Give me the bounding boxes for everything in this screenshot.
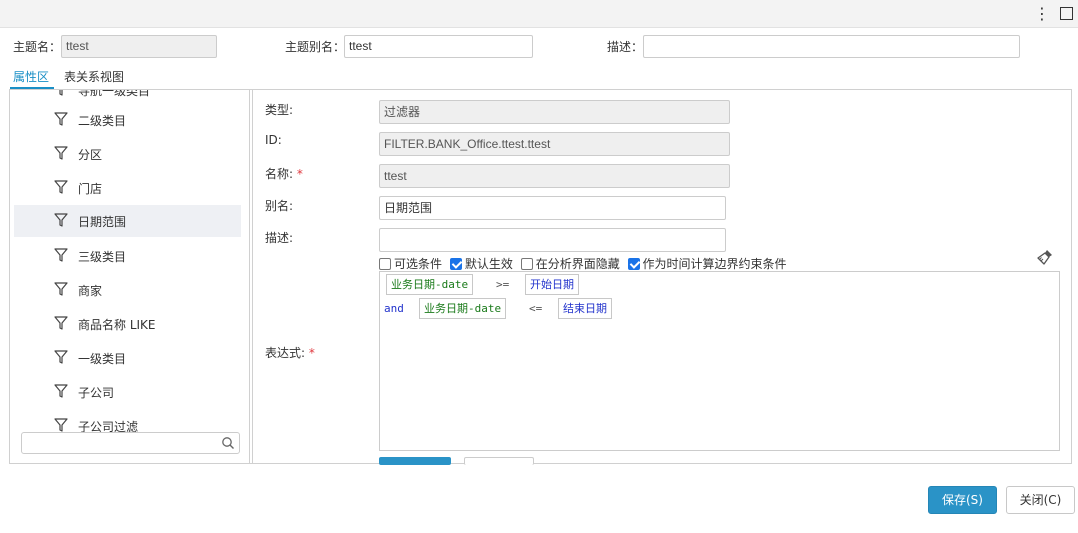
tree-item[interactable]: 商品名称 LIKE	[14, 308, 241, 340]
alias-field[interactable]: 日期范围	[379, 196, 726, 220]
expr-operator: >=	[496, 278, 510, 291]
checkbox-label: 作为时间计算边界约束条件	[642, 257, 787, 271]
expr-param-token[interactable]: 开始日期	[525, 274, 579, 295]
optional-condition-checkbox[interactable]: 可选条件	[379, 256, 442, 272]
name-field: ttest	[379, 164, 730, 188]
inner-secondary-button[interactable]	[464, 457, 534, 465]
tab-table-relations[interactable]: 表关系视图	[64, 68, 124, 85]
close-button[interactable]: 关闭(C)	[1006, 486, 1075, 514]
expr-param-token[interactable]: 结束日期	[558, 298, 612, 319]
type-label: 类型:	[265, 103, 294, 117]
topic-name-label: 主题名：	[13, 40, 62, 54]
id-field: FILTER.BANK_Office.ttest.ttest	[379, 132, 730, 156]
tree-item-label: 子公司	[78, 386, 115, 400]
filter-icon	[59, 90, 63, 96]
brush-icon[interactable]	[1036, 248, 1054, 266]
desc-field[interactable]	[379, 228, 726, 252]
expr-field-token[interactable]: 业务日期-date	[419, 298, 507, 319]
required-mark: *	[308, 346, 315, 360]
tree-item-label: 三级类目	[78, 250, 127, 264]
maximize-icon[interactable]	[1060, 7, 1073, 20]
main-panel: 导航一级类目 二级类目 分区 门店 日期范围 三级类目 商家 商品名称 LIKE…	[9, 89, 1072, 465]
hide-in-analysis-checkbox[interactable]: 在分析界面隐藏	[520, 256, 620, 272]
topic-alias-label: 主题别名：	[285, 40, 346, 54]
tree-item-label: 门店	[78, 182, 103, 196]
filter-icon	[54, 112, 68, 126]
expr-field-token[interactable]: 业务日期-date	[386, 274, 474, 295]
checkbox-box[interactable]	[379, 258, 391, 270]
tree-item-label: 商家	[78, 284, 103, 298]
filter-icon	[54, 316, 68, 330]
expr-keyword: and	[384, 302, 404, 315]
alias-label: 别名:	[265, 199, 294, 213]
window-titlebar: ⋮	[0, 0, 1078, 28]
expression-editor[interactable]: 业务日期-date >= 开始日期 and 业务日期-date <= 结束日期	[379, 271, 1060, 451]
inner-primary-button[interactable]	[379, 457, 451, 465]
filter-icon	[54, 282, 68, 296]
tree-item[interactable]: 子公司	[14, 376, 241, 408]
name-label-text: 名称:	[265, 167, 294, 181]
option-checkboxes: 可选条件 默认生效 在分析界面隐藏 作为时间计算边界约束条件	[379, 256, 791, 272]
default-enabled-checkbox[interactable]: 默认生效	[449, 256, 513, 272]
tree-item[interactable]: 三级类目	[14, 240, 241, 272]
filter-tree: 导航一级类目 二级类目 分区 门店 日期范围 三级类目 商家 商品名称 LIKE…	[10, 90, 250, 463]
time-boundary-checkbox[interactable]: 作为时间计算边界约束条件	[627, 256, 787, 272]
filter-icon	[54, 180, 68, 194]
more-vert-icon[interactable]: ⋮	[1034, 5, 1050, 23]
checkbox-label: 可选条件	[394, 257, 443, 271]
checkbox-box[interactable]	[449, 258, 462, 270]
tree-item[interactable]: 商家	[14, 274, 241, 306]
tree-item[interactable]: 门店	[14, 172, 241, 204]
expr-label-text: 表达式:	[265, 346, 306, 360]
checkbox-box[interactable]	[627, 258, 640, 270]
expr-label: 表达式: *	[265, 344, 315, 361]
topic-alias-field[interactable]: ttest	[344, 35, 533, 58]
filter-icon	[54, 350, 68, 364]
type-field: 过滤器	[379, 100, 730, 124]
tree-item-label: 日期范围	[78, 215, 127, 229]
checkbox-box[interactable]	[520, 258, 533, 270]
filter-icon	[54, 418, 68, 432]
panel-divider[interactable]	[252, 90, 253, 463]
tree-search-input[interactable]	[21, 432, 240, 454]
expr-operator: <=	[529, 302, 543, 315]
tree-item[interactable]: 一级类目	[14, 342, 241, 374]
tree-item[interactable]: 二级类目	[14, 104, 241, 136]
tree-item-label: 商品名称 LIKE	[78, 318, 156, 332]
filter-icon	[54, 146, 68, 160]
name-label: 名称: *	[265, 165, 303, 182]
description-label: 描述：	[607, 40, 644, 54]
tab-properties[interactable]: 属性区	[13, 68, 49, 85]
topic-name-field: ttest	[61, 35, 217, 58]
tree-item-selected[interactable]: 日期范围	[14, 205, 241, 237]
checkbox-label: 默认生效	[464, 257, 513, 271]
filter-icon	[54, 384, 68, 398]
id-label: ID:	[265, 133, 282, 147]
filter-icon	[54, 248, 68, 262]
search-icon[interactable]	[221, 436, 235, 450]
save-button[interactable]: 保存(S)	[928, 486, 997, 514]
checkbox-label: 在分析界面隐藏	[535, 257, 620, 271]
desc-label: 描述:	[265, 231, 294, 245]
tree-item[interactable]: 分区	[14, 138, 241, 170]
tree-item-label: 二级类目	[78, 114, 127, 128]
description-field[interactable]	[643, 35, 1020, 58]
tree-item-label: 一级类目	[78, 352, 127, 366]
tree-item-label: 导航一级类目	[78, 90, 151, 98]
tree-item-label: 分区	[78, 148, 103, 162]
required-mark: *	[296, 167, 303, 181]
filter-icon	[54, 213, 68, 227]
